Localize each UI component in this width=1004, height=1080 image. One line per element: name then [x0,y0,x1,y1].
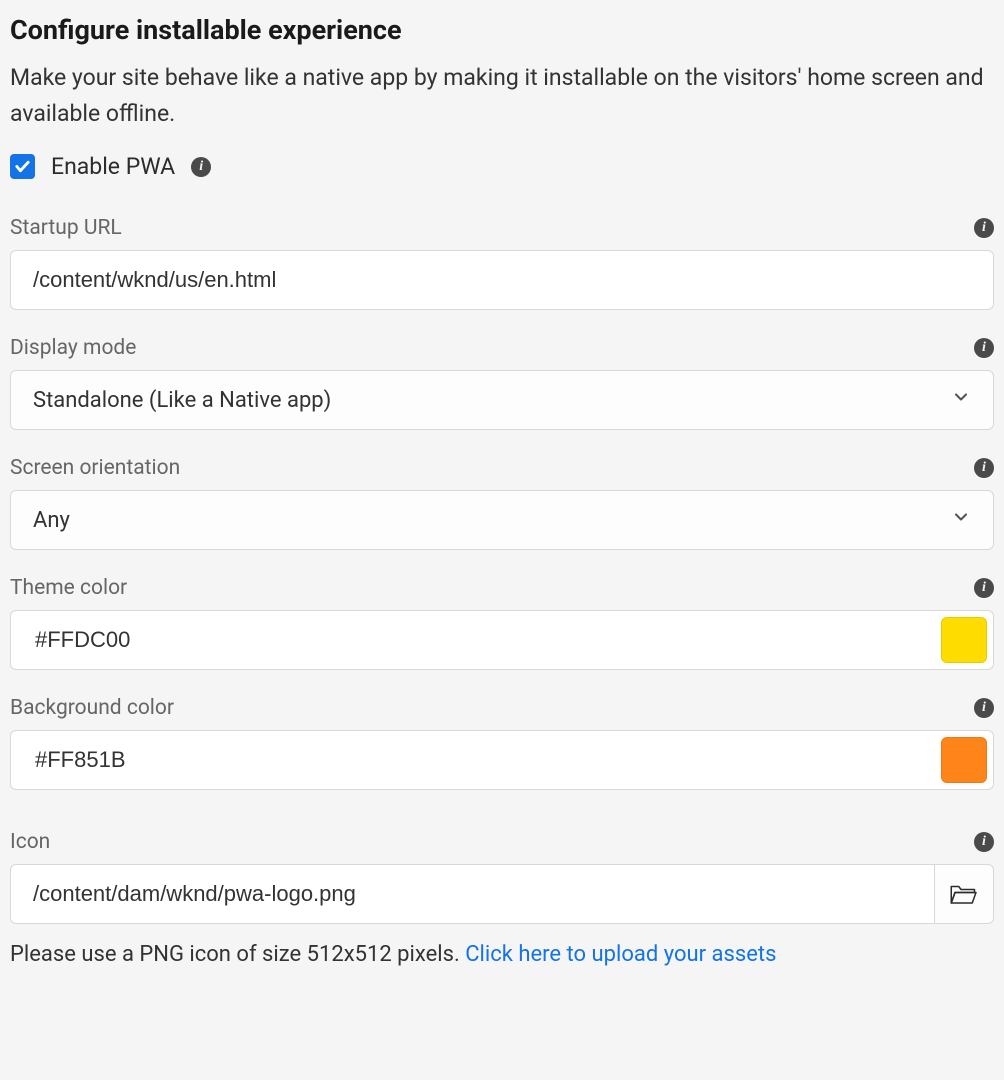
display-mode-label: Display mode [10,336,136,360]
background-color-label: Background color [10,696,174,720]
theme-color-label: Theme color [10,576,127,600]
browse-button[interactable] [934,864,994,924]
screen-orientation-value: Any [33,508,70,533]
theme-color-field: Theme color i [10,576,994,670]
info-icon[interactable]: i [974,458,994,478]
check-icon [14,158,31,175]
display-mode-value: Standalone (Like a Native app) [33,388,331,413]
enable-pwa-label: Enable PWA [51,153,175,180]
info-icon[interactable]: i [191,157,211,177]
page-title: Configure installable experience [10,14,994,46]
info-icon[interactable]: i [974,578,994,598]
startup-url-input[interactable] [10,250,994,310]
icon-label: Icon [10,830,50,854]
screen-orientation-label: Screen orientation [10,456,180,480]
chevron-down-icon [951,387,971,413]
theme-color-input[interactable] [33,611,941,669]
folder-open-icon [949,881,979,907]
info-icon[interactable]: i [974,218,994,238]
enable-pwa-checkbox[interactable] [10,154,35,179]
icon-path-input[interactable] [10,864,934,924]
upload-assets-link[interactable]: Click here to upload your assets [465,942,776,967]
background-color-input[interactable] [33,731,941,789]
chevron-down-icon [951,507,971,533]
background-color-field: Background color i [10,696,994,790]
screen-orientation-field: Screen orientation i Any [10,456,994,550]
page-description: Make your site behave like a native app … [10,60,994,131]
startup-url-label: Startup URL [10,216,122,240]
enable-pwa-row: Enable PWA i [10,153,994,180]
display-mode-select[interactable]: Standalone (Like a Native app) [10,370,994,430]
startup-url-field: Startup URL i [10,216,994,310]
info-icon[interactable]: i [974,338,994,358]
icon-field: Icon i Please use a PNG icon of size 512… [10,830,994,967]
display-mode-field: Display mode i Standalone (Like a Native… [10,336,994,430]
icon-helper-text: Please use a PNG icon of size 512x512 pi… [10,942,994,967]
info-icon[interactable]: i [974,832,994,852]
theme-color-swatch[interactable] [941,617,987,663]
icon-helper-static: Please use a PNG icon of size 512x512 pi… [10,942,465,967]
info-icon[interactable]: i [974,698,994,718]
screen-orientation-select[interactable]: Any [10,490,994,550]
background-color-swatch[interactable] [941,737,987,783]
